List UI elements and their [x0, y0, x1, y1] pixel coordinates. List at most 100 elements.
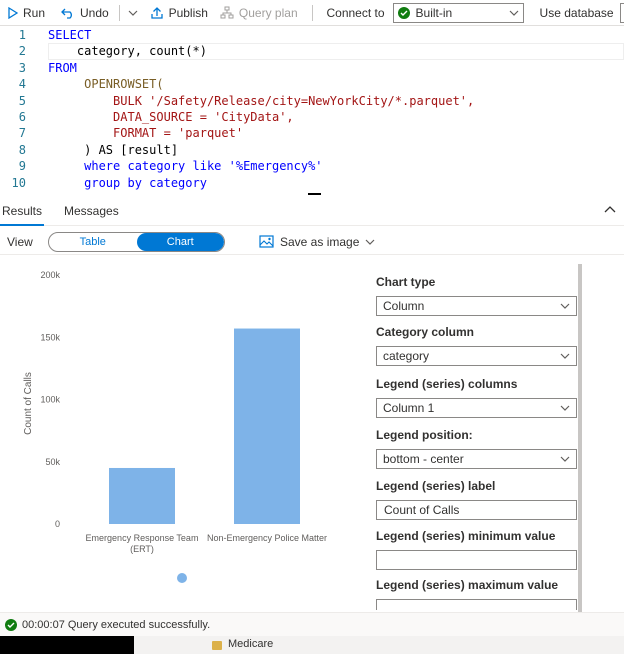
view-row: View Table Chart Save as image — [0, 229, 624, 255]
line-number: 5 — [18, 93, 26, 108]
run-label: Run — [23, 5, 46, 20]
code-line: 10 group by category — [0, 175, 624, 191]
chart-bar — [234, 328, 300, 524]
legend-columns-dropdown[interactable]: Column 1 — [376, 398, 577, 418]
view-label: View — [7, 234, 33, 249]
chart-type-dropdown[interactable]: Column — [376, 296, 577, 316]
chevron-down-icon — [560, 303, 570, 309]
line-number: 1 — [18, 28, 26, 42]
legend-columns-value: Column 1 — [383, 401, 435, 415]
category-column-dropdown[interactable]: category — [376, 346, 577, 366]
connection-select[interactable]: Built-in — [392, 2, 524, 23]
play-icon — [8, 6, 18, 19]
code-text: OPENROWSET( — [48, 77, 164, 92]
line-number: 8 — [18, 142, 26, 157]
legend-position-label: Legend position: — [376, 428, 473, 442]
legend-min-input[interactable] — [376, 550, 577, 570]
chevron-down-icon — [560, 456, 570, 462]
chart-area: 0 50k 100k 150k 200k Count of Calls Emergency … — [0, 258, 370, 610]
y-tick-label: 50k — [45, 457, 60, 467]
connection-value: Built-in — [415, 5, 453, 20]
legend-max-input[interactable] — [376, 599, 577, 610]
current-line-highlight — [48, 43, 624, 60]
code-line: 6 DATA_SOURCE = 'CityData', — [0, 109, 624, 125]
code-line: 3 FROM — [0, 60, 624, 76]
code-line: 5 BULK '/Safety/Release/city=NewYorkCity… — [0, 93, 624, 109]
query-plan-label: Query plan — [238, 5, 298, 20]
legend-marker — [177, 573, 187, 583]
splitter-handle[interactable] — [308, 193, 321, 195]
x-tick-label: Emergency Response Team — [86, 533, 199, 543]
publish-button[interactable]: Publish — [144, 0, 214, 26]
folder-label[interactable]: Medicare — [228, 638, 273, 650]
legend-label-input[interactable]: Count of Calls — [376, 500, 577, 520]
publish-label: Publish — [168, 5, 208, 20]
y-tick-label: 200k — [40, 270, 60, 280]
line-number: 7 — [18, 126, 26, 141]
chevron-down-icon — [128, 10, 137, 16]
legend-min-label: Legend (series) minimum value — [376, 529, 556, 543]
code-line: 7 FORMAT = 'parquet' — [0, 125, 624, 141]
legend-max-field: Legend (series) maximum value — [376, 577, 577, 610]
view-table-option[interactable]: Table — [49, 233, 137, 251]
publish-icon — [150, 6, 163, 19]
save-as-image-label: Save as image — [280, 234, 360, 249]
line-number: 6 — [18, 109, 26, 124]
chevron-down-icon — [509, 10, 518, 16]
tab-messages[interactable]: Messages — [62, 196, 125, 226]
chart-bar — [109, 467, 175, 524]
code-text: FROM — [48, 60, 77, 75]
chevron-down-icon — [560, 405, 570, 411]
category-column-field: Category column category — [376, 324, 577, 366]
check-circle-icon — [397, 6, 410, 19]
bottom-strip: Medicare — [0, 636, 624, 654]
query-plan-button[interactable]: Query plan — [214, 0, 304, 26]
legend-label-field: Legend (series) label Count of Calls — [376, 478, 577, 520]
line-number: 3 — [18, 60, 26, 75]
line-number: 2 — [18, 44, 26, 59]
code-text: SELECT — [48, 28, 92, 42]
view-toggle: Table Chart — [48, 231, 225, 252]
chart-type-value: Column — [383, 299, 425, 313]
undo-button[interactable]: Undo — [55, 0, 115, 26]
y-tick-label: 0 — [55, 519, 60, 529]
category-column-label: Category column — [376, 325, 475, 339]
connect-to-label: Connect to — [326, 5, 385, 20]
code-text: DATA_SOURCE = 'CityData', — [48, 109, 294, 124]
tab-results[interactable]: Results — [0, 196, 48, 226]
y-tick-label: 150k — [40, 332, 60, 342]
view-chart-option[interactable]: Chart — [136, 232, 224, 251]
status-text: 00:00:07 Query executed successfully. — [22, 618, 211, 631]
code-text: FORMAT = 'parquet' — [48, 126, 244, 141]
legend-position-value: bottom - center — [383, 452, 464, 466]
status-bar: 00:00:07 Query executed successfully. — [0, 612, 624, 636]
legend-position-dropdown[interactable]: bottom - center — [376, 449, 577, 469]
y-tick-label: 100k — [40, 395, 60, 405]
undo-label: Undo — [80, 5, 109, 20]
save-as-image-button[interactable]: Save as image — [259, 235, 375, 249]
chart-settings-panel: Chart type Column Category column catego… — [370, 258, 584, 610]
explorer-panel — [134, 636, 624, 654]
chart-type-field: Chart type Column — [376, 274, 577, 316]
line-number: 4 — [18, 77, 26, 92]
run-button[interactable]: Run — [0, 0, 51, 26]
chevron-up-icon[interactable] — [604, 205, 616, 213]
legend-columns-label: Legend (series) columns — [376, 377, 518, 391]
toolbar: Run Undo Publish Query plan Connect to B… — [0, 0, 624, 26]
y-axis-title: Count of Calls — [23, 372, 34, 435]
undo-icon — [61, 8, 72, 19]
undo-dropdown-button[interactable] — [124, 0, 142, 26]
toolbar-divider — [118, 4, 120, 21]
folder-icon — [212, 641, 222, 650]
line-number: 10 — [11, 175, 26, 190]
legend-max-label: Legend (series) maximum value — [376, 578, 559, 592]
settings-scrollbar[interactable] — [578, 264, 582, 612]
database-select[interactable] — [619, 2, 624, 23]
sql-editor[interactable]: 1 SELECT 2 category, count(*) 3 FROM 4 O… — [0, 27, 624, 192]
results-tabs: Results Messages — [0, 196, 624, 226]
x-tick-label: (ERT) — [130, 544, 154, 554]
category-column-value: category — [383, 349, 430, 363]
legend-position-field: Legend position: bottom - center — [376, 427, 577, 469]
toolbar-divider — [311, 4, 313, 21]
chart-type-label: Chart type — [376, 275, 436, 289]
